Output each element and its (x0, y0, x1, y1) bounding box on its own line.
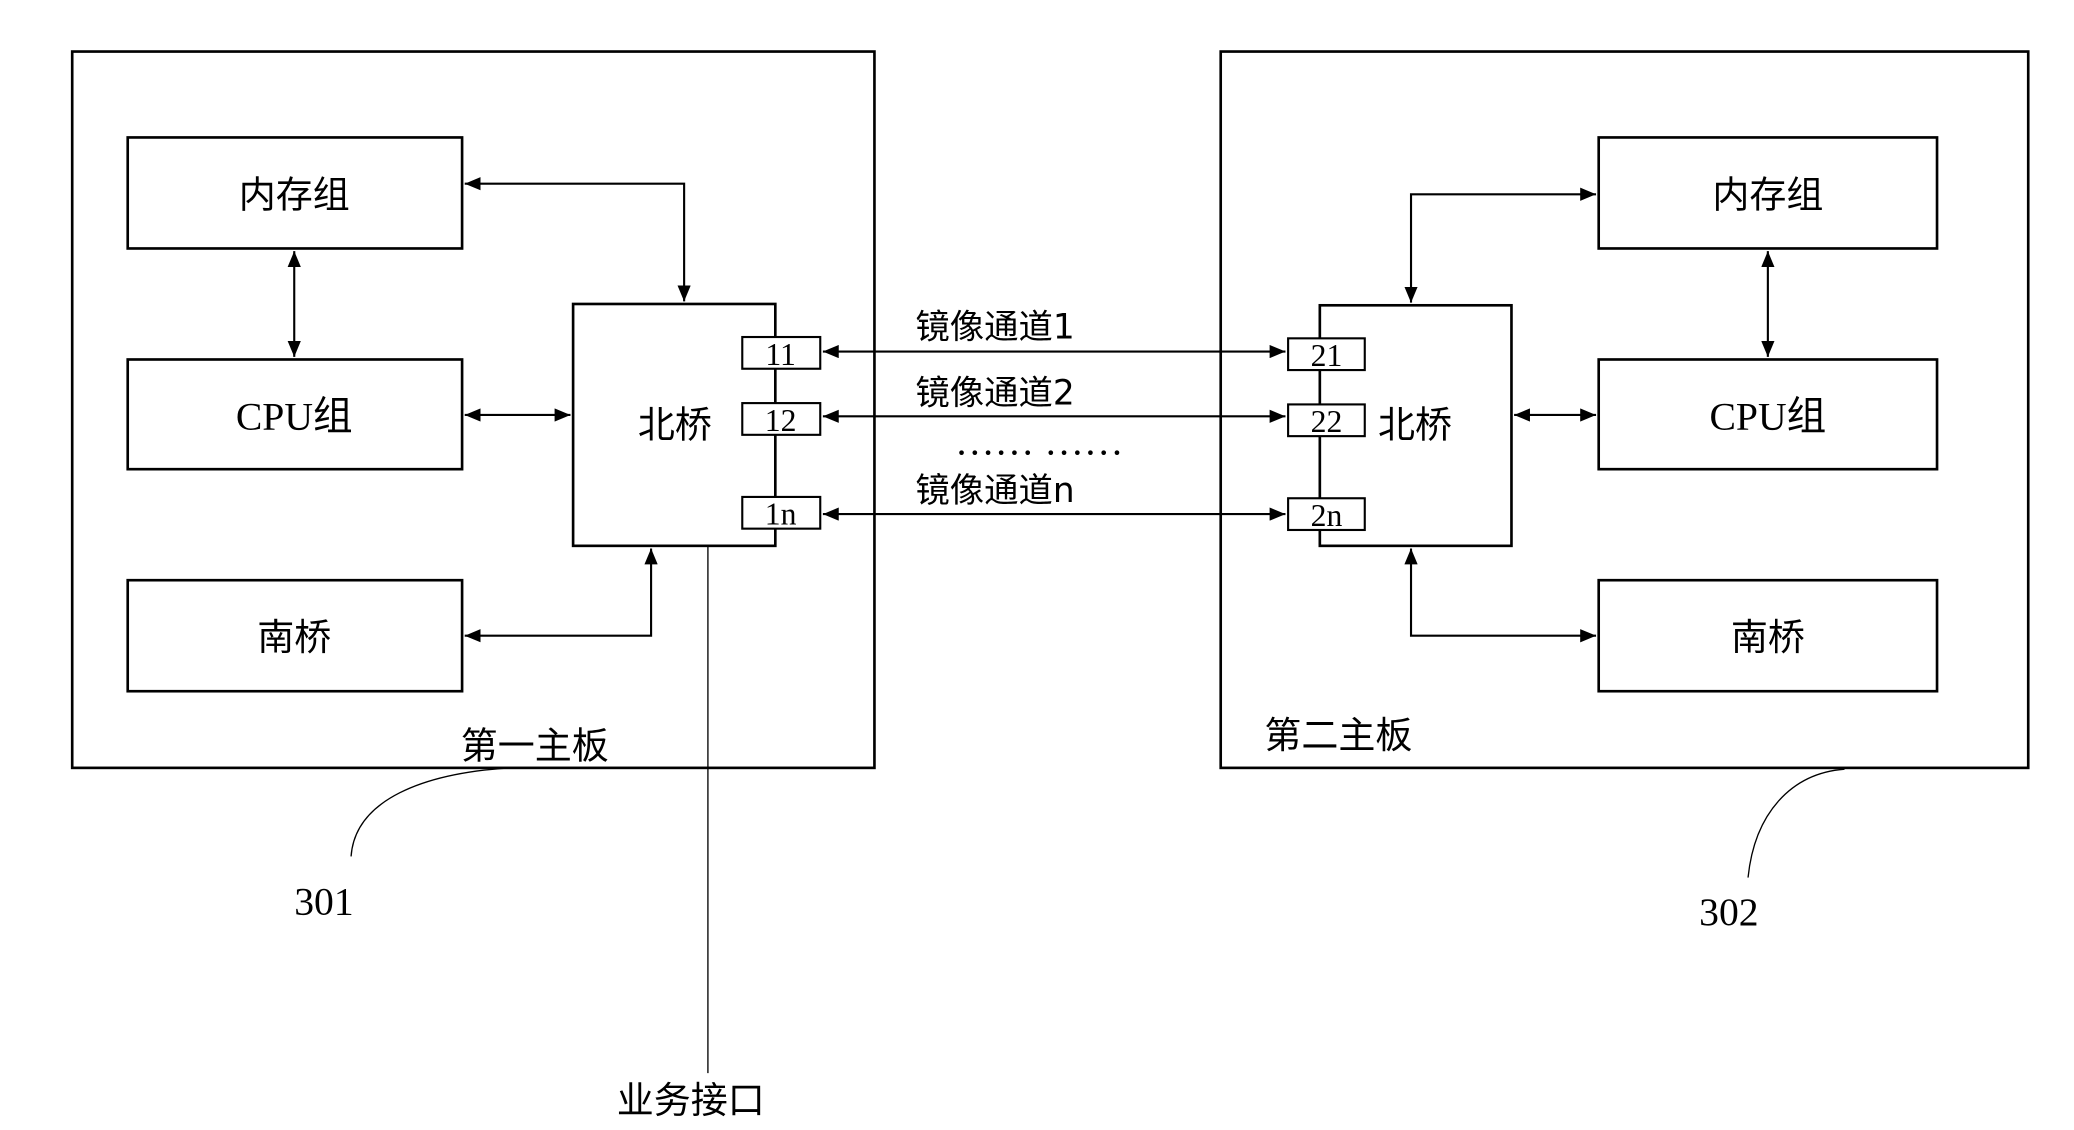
mirror-channel-n-label: 镜像通道n (915, 471, 1074, 511)
second-motherboard-label: 第二主板 (1264, 714, 1412, 757)
board1-ref-leader (350, 767, 510, 857)
port-2n-label: 2n (1311, 498, 1343, 533)
channel-ellipsis: …… …… (955, 420, 1123, 464)
board2-memory-label: 内存组 (1712, 173, 1823, 216)
board1-northbridge-label: 北桥 (638, 403, 712, 446)
first-motherboard-label: 第一主板 (461, 725, 609, 768)
board1-southbridge-northbridge-link (464, 548, 658, 643)
mirror-channel-2-label: 镜像通道2 (915, 373, 1074, 413)
board2-northbridge-label: 北桥 (1378, 403, 1452, 446)
first-motherboard: 内存组 CPU组 南桥 北桥 11 12 1n 第一主板 301 (70, 50, 876, 924)
port-22-label: 22 (1311, 404, 1343, 439)
board2-ref-leader (1747, 768, 1845, 878)
board2-ref-number: 302 (1699, 890, 1758, 934)
board1-memory-label: 内存组 (239, 173, 350, 216)
mirror-channels: 镜像通道1 镜像通道2 …… …… 镜像通道n (822, 307, 1286, 521)
board1-ref-number: 301 (294, 880, 353, 924)
board1-memory-northbridge-link (464, 177, 691, 302)
board2-southbridge-northbridge-link (1404, 548, 1597, 643)
port-12-label: 12 (765, 403, 797, 438)
mirror-channel-diagram: 内存组 CPU组 南桥 北桥 11 12 1n 第一主板 301 业务接口 镜像… (70, 50, 2030, 1122)
port-21-label: 21 (1311, 338, 1343, 373)
port-11-label: 11 (765, 337, 796, 372)
service-interface-label: 业务接口 (617, 1079, 765, 1122)
board2-memory-northbridge-link (1404, 187, 1597, 303)
board1-cpu-label: CPU组 (236, 395, 353, 439)
mirror-channel-1-label: 镜像通道1 (915, 307, 1074, 347)
board2-cpu-label: CPU组 (1710, 395, 1827, 439)
board2-southbridge-label: 南桥 (1731, 616, 1805, 659)
port-1n-label: 1n (765, 497, 797, 532)
board1-southbridge-label: 南桥 (257, 616, 331, 659)
second-motherboard: 北桥 21 22 2n 内存组 CPU组 南桥 第二主板 302 (1219, 50, 2030, 934)
